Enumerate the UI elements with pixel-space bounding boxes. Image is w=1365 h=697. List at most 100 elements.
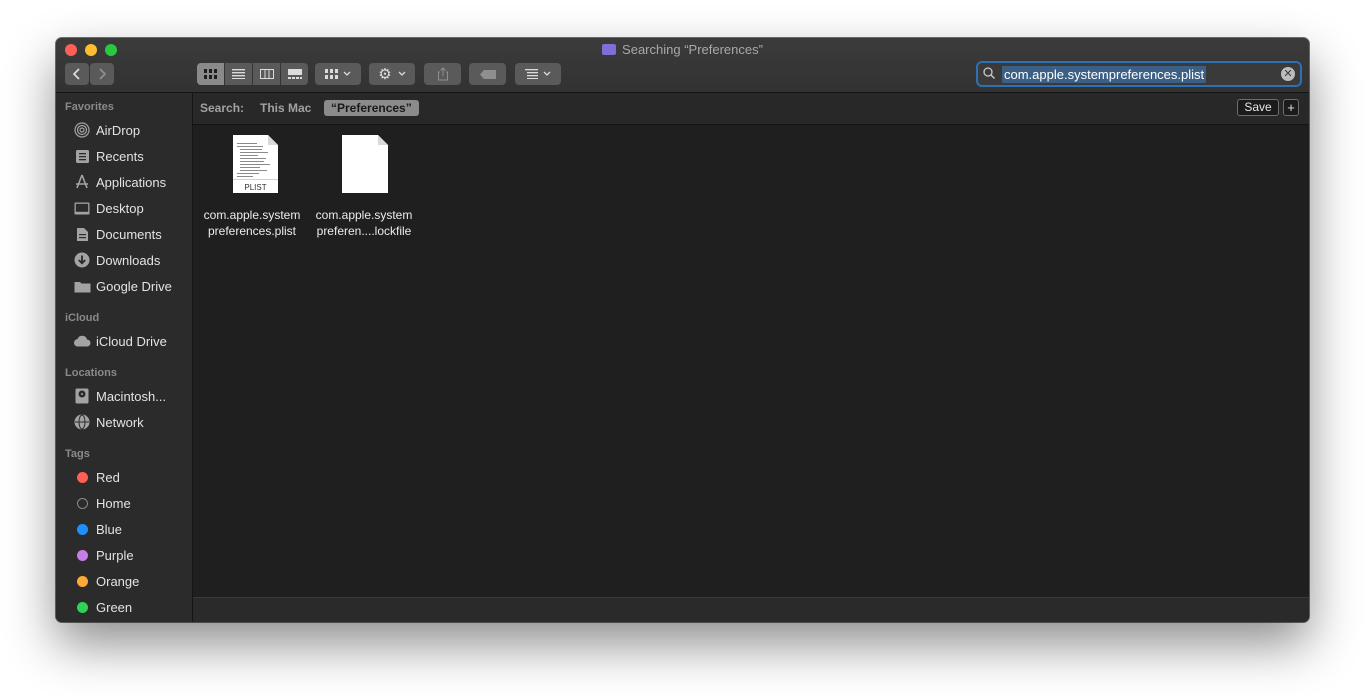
- chevron-left-icon: [73, 68, 80, 80]
- sidebar-item-label: Google Drive: [96, 278, 172, 294]
- scope-this-mac[interactable]: This Mac: [260, 101, 311, 115]
- icloud-header: iCloud: [65, 312, 100, 324]
- sidebar-item-network[interactable]: Network: [73, 411, 144, 433]
- title-bar: Searching “Preferences” ⚙ com.apple.syst…: [56, 38, 1309, 93]
- sidebar-item-label: Desktop: [96, 200, 144, 216]
- airdrop-icon: [73, 122, 91, 138]
- sidebar-item-tag-home[interactable]: Home: [73, 492, 131, 514]
- applications-icon: [73, 174, 91, 190]
- tag-dot-icon: [73, 573, 91, 589]
- search-scope-bar: Search: This Mac “Preferences” Save +: [193, 93, 1309, 125]
- file-name-line: com.apple.system: [203, 208, 301, 222]
- file-item[interactable]: PLIST com.apple.system preferences.plist: [197, 133, 307, 239]
- red-dot-icon: [76, 471, 88, 483]
- arrange-icon: [525, 69, 551, 79]
- tags-button[interactable]: [469, 63, 506, 85]
- back-button[interactable]: [65, 63, 89, 85]
- tag-dot-icon: [73, 469, 91, 485]
- sidebar-item-downloads[interactable]: Downloads: [73, 249, 160, 271]
- gear-icon: ⚙: [378, 66, 392, 83]
- grid-dropdown-icon: [325, 69, 351, 79]
- sidebar-item-label: Downloads: [96, 252, 161, 268]
- sidebar-item-google-drive[interactable]: Google Drive: [73, 275, 172, 297]
- sidebar-item-tag-red[interactable]: Red: [73, 466, 120, 488]
- plist-file-icon: PLIST: [233, 135, 278, 193]
- sidebar-item-label: Purple: [96, 547, 134, 563]
- tag-icon: [479, 69, 496, 79]
- sidebar-item-desktop[interactable]: Desktop: [73, 197, 144, 219]
- save-search-button[interactable]: Save: [1237, 99, 1279, 116]
- scope-label: Search:: [200, 101, 245, 115]
- sidebar-item-icloud-drive[interactable]: iCloud Drive: [73, 330, 167, 352]
- columns-icon: [259, 69, 274, 79]
- icon-view-button[interactable]: [197, 63, 224, 85]
- sidebar-item-tag-orange[interactable]: Orange: [73, 570, 139, 592]
- tag-dot-icon: [73, 521, 91, 537]
- gallery-icon: [287, 69, 302, 79]
- search-field[interactable]: com.apple.systempreferences.plist ✕: [976, 61, 1302, 87]
- sidebar-item-airdrop[interactable]: AirDrop: [73, 119, 140, 141]
- file-browser: Search: This Mac “Preferences” Save + PL…: [193, 93, 1309, 622]
- view-mode-control[interactable]: [197, 63, 308, 85]
- file-item[interactable]: com.apple.system preferen....lockfile: [309, 133, 419, 239]
- share-button[interactable]: [424, 63, 461, 85]
- sidebar-item-label: Orange: [96, 573, 140, 589]
- sidebar-item-label: Recents: [96, 148, 144, 164]
- green-dot-icon: [76, 601, 88, 613]
- tag-dot-icon: [73, 495, 91, 511]
- search-icon: [983, 67, 995, 79]
- group-by-button[interactable]: [315, 63, 361, 85]
- column-view-button[interactable]: [253, 63, 280, 85]
- arrange-button[interactable]: [515, 63, 561, 85]
- locations-header: Locations: [65, 367, 117, 379]
- sidebar-item-label: Network: [96, 414, 144, 430]
- downloads-icon: [73, 252, 91, 268]
- globe-icon: [73, 414, 91, 430]
- gallery-view-button[interactable]: [281, 63, 308, 85]
- purple-dot-icon: [76, 549, 88, 561]
- list-icon: [232, 69, 245, 79]
- sidebar-item-label: iCloud Drive: [96, 333, 167, 349]
- disk-icon: [73, 388, 91, 404]
- favorites-header: Favorites: [65, 101, 114, 113]
- tag-dot-icon: [73, 599, 91, 615]
- list-view-button[interactable]: [225, 63, 252, 85]
- file-name-line: com.apple.system: [315, 208, 413, 222]
- sidebar-item-documents[interactable]: Documents: [73, 223, 162, 245]
- sidebar-item-tag-blue[interactable]: Blue: [73, 518, 122, 540]
- add-criteria-button[interactable]: +: [1283, 99, 1299, 116]
- blank-file-icon: [342, 135, 388, 193]
- blue-dot-icon: [76, 523, 88, 535]
- grid-icon: [204, 69, 217, 79]
- documents-icon: [73, 226, 91, 242]
- action-button[interactable]: ⚙: [369, 63, 415, 85]
- window-title-text: Searching “Preferences”: [622, 42, 763, 57]
- sidebar-item-recents[interactable]: Recents: [73, 145, 144, 167]
- tag-dot-icon: [73, 547, 91, 563]
- finder-window: Searching “Preferences” ⚙ com.apple.syst…: [56, 38, 1309, 622]
- sidebar-item-macintosh-hd[interactable]: Macintosh...: [73, 385, 166, 407]
- smart-folder-icon: [602, 44, 617, 55]
- sidebar-item-label: AirDrop: [96, 122, 141, 138]
- plist-badge: PLIST: [244, 183, 266, 192]
- recents-icon: [73, 148, 91, 164]
- forward-button[interactable]: [90, 63, 114, 85]
- clear-search-icon[interactable]: ✕: [1281, 67, 1295, 81]
- tags-header: Tags: [65, 448, 90, 460]
- cloud-icon: [73, 333, 91, 349]
- sidebar-item-applications[interactable]: Applications: [73, 171, 166, 193]
- window-title: Searching “Preferences”: [56, 41, 1309, 59]
- sidebar-item-label: Applications: [96, 174, 167, 190]
- file-name-line: preferences.plist: [207, 224, 297, 238]
- scope-preferences[interactable]: “Preferences”: [324, 100, 419, 116]
- sidebar: Favorites AirDrop Recents Applications D…: [56, 93, 193, 622]
- orange-dot-icon: [76, 575, 88, 587]
- desktop-icon: [73, 200, 91, 216]
- status-bar: [193, 597, 1309, 622]
- sidebar-item-tag-purple[interactable]: Purple: [73, 544, 134, 566]
- sidebar-item-tag-green[interactable]: Green: [73, 596, 132, 618]
- sidebar-item-label: Red: [96, 469, 120, 485]
- search-input[interactable]: com.apple.systempreferences.plist: [1002, 66, 1207, 83]
- sidebar-item-label: Blue: [96, 521, 123, 537]
- folder-icon: [73, 278, 91, 294]
